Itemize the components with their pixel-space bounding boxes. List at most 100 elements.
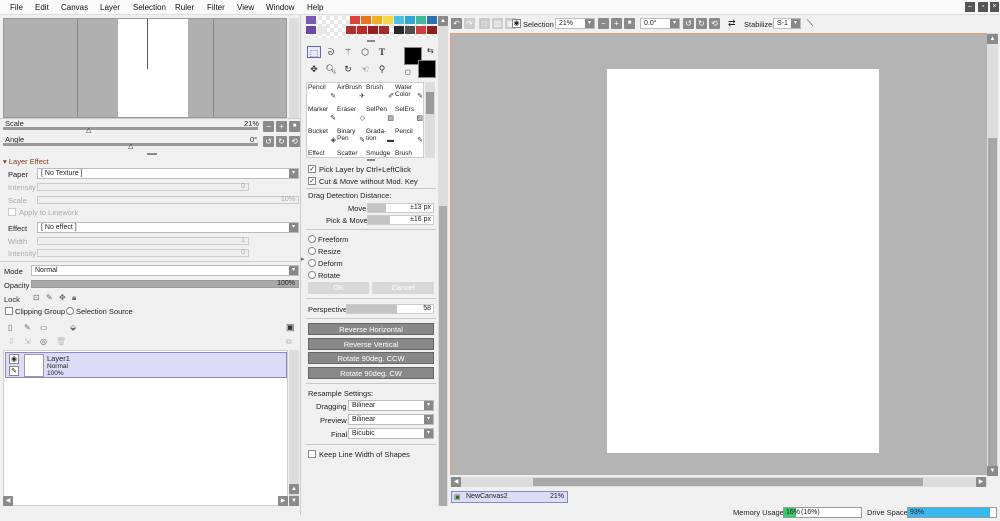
rotate-ccw-button[interactable]: ↺ xyxy=(263,136,274,147)
menu-view[interactable]: View xyxy=(237,3,254,12)
freeform-radio[interactable] xyxy=(308,235,316,243)
canvas-scroll-down-icon[interactable]: ▼ xyxy=(987,466,998,476)
reverse-horizontal-button[interactable]: Reverse Horizontal xyxy=(308,323,434,335)
brush-slot-selpen[interactable]: SelPen ▨ xyxy=(366,106,395,128)
zoom-dropdown[interactable]: 21% ▾ xyxy=(555,18,595,29)
color-palette[interactable] xyxy=(306,16,437,38)
transparent-color-icon[interactable]: ◻ xyxy=(405,68,411,76)
move-distance-slider[interactable]: ±13 px xyxy=(367,203,434,213)
close-icon[interactable]: × xyxy=(990,2,999,12)
swatch-dark-red[interactable] xyxy=(357,26,367,34)
tool-options-scroll-up-icon[interactable]: ▲ xyxy=(438,16,448,26)
visibility-eye-icon[interactable]: ◉ xyxy=(9,354,19,364)
canvas-rotate-reset-button[interactable]: ⟲ xyxy=(709,18,720,29)
pick-move-slider[interactable]: ±16 px xyxy=(367,215,434,225)
lock-move-icon[interactable]: ✥ xyxy=(59,293,66,302)
pick-layer-checkbox[interactable]: ✓ xyxy=(308,165,316,173)
lock-all-icon[interactable]: 🔒︎ xyxy=(72,293,76,303)
selection-visible-icon[interactable]: ◉ xyxy=(512,19,521,28)
reverse-vertical-button[interactable]: Reverse Vertical xyxy=(308,338,434,350)
splitter-arrow-icon[interactable]: ▸ xyxy=(301,255,305,263)
brush-slot-bucket[interactable]: Bucket ◈ xyxy=(308,128,337,150)
zoom-in-button[interactable]: + xyxy=(276,121,287,132)
cancel-button[interactable]: Cancel xyxy=(372,282,434,294)
layer-row[interactable]: ◉ ✎ Layer1 Normal 100% xyxy=(5,352,287,378)
brush-slot-brush-2[interactable]: Brush xyxy=(395,150,423,157)
intensity-slider[interactable]: 0 xyxy=(37,183,249,191)
menu-filter[interactable]: Filter xyxy=(207,3,225,12)
layer-scroll-up-icon[interactable]: ▲ xyxy=(289,484,299,494)
perspective-slider[interactable]: 58 xyxy=(346,304,434,314)
brush-slot-smudge[interactable]: Smudge xyxy=(366,150,395,157)
brush-slot-gradation[interactable]: Grada-tion ▬ xyxy=(366,128,395,150)
hand-tool-icon[interactable]: ☜ xyxy=(358,63,372,75)
invert-selection-button[interactable]: ▨ xyxy=(492,18,503,29)
swatch-dark-gray[interactable] xyxy=(405,26,415,34)
menu-canvas[interactable]: Canvas xyxy=(61,3,88,12)
brush-slot-airbrush[interactable]: AirBrush ✈ xyxy=(337,84,366,106)
delete-layer-icon[interactable]: 🗑︎ xyxy=(56,337,66,346)
layer-scroll-right-icon[interactable]: ▶ xyxy=(278,496,288,506)
navigator-preview[interactable] xyxy=(3,18,287,118)
canvas-zoom-out-button[interactable]: − xyxy=(598,18,609,29)
ok-button[interactable]: OK xyxy=(308,282,369,294)
brush-slot-eraser[interactable]: Eraser ◇ xyxy=(337,106,366,128)
rotate-tool-icon[interactable]: ↻ xyxy=(341,63,355,75)
rotate-reset-button[interactable]: ⟲ xyxy=(289,136,300,147)
swatch-yellow[interactable] xyxy=(372,16,382,24)
palette-grip[interactable] xyxy=(367,40,375,42)
menu-help[interactable]: Help xyxy=(307,3,323,12)
angle-dropdown[interactable]: 0.0° ▾ xyxy=(640,18,680,29)
fill-layer-icon[interactable]: ⬙ xyxy=(70,323,76,332)
swatch-black[interactable] xyxy=(394,26,404,34)
canvas-scroll-right-icon[interactable]: ▶ xyxy=(976,477,986,487)
new-folder-icon[interactable]: ▭ xyxy=(40,323,48,332)
swatch-crimson[interactable] xyxy=(346,26,356,34)
tool-options-scrollbar[interactable] xyxy=(438,16,448,506)
lasso-tool-icon[interactable]: ᘐ xyxy=(324,46,338,58)
menu-file[interactable]: File xyxy=(10,3,23,12)
panel-splitter[interactable] xyxy=(300,15,304,515)
swatch-red[interactable] xyxy=(350,16,360,24)
cut-move-checkbox[interactable]: ✓ xyxy=(308,177,316,185)
swatch-dark-purple[interactable] xyxy=(306,26,316,34)
navigator-scrollbar[interactable] xyxy=(289,18,299,118)
clear-layer-icon[interactable]: ◎ xyxy=(40,337,47,346)
zoom-tool-icon[interactable]: 🔍︎ xyxy=(324,63,338,75)
dragging-dropdown[interactable]: Bilinear ▾ xyxy=(348,400,434,411)
width-slider[interactable]: 1 xyxy=(37,237,249,245)
swatch-rose[interactable] xyxy=(416,26,426,34)
brush-slot-watercolor[interactable]: Water Color ✎ xyxy=(395,84,423,106)
canvas-rotate-ccw-button[interactable]: ↺ xyxy=(683,18,694,29)
stabilizer-dropdown[interactable]: S-1 ▾ xyxy=(773,18,801,29)
layer-effect-header[interactable]: ▾ Layer Effect xyxy=(3,157,49,166)
canvas-horizontal-scrollbar[interactable] xyxy=(450,477,987,487)
text-tool-icon[interactable]: T xyxy=(375,46,389,58)
eyedropper-tool-icon[interactable]: ⚲ xyxy=(375,63,389,75)
transfer-down-icon[interactable]: ⇩ xyxy=(8,337,15,346)
final-dropdown[interactable]: Bicubic ▾ xyxy=(348,428,434,439)
move-tool-icon[interactable]: ✥ xyxy=(307,63,321,75)
layer-scroll-left-icon[interactable]: ◀ xyxy=(3,496,13,506)
swatch-cyan[interactable] xyxy=(394,16,404,24)
angle-slider-handle-icon[interactable]: △ xyxy=(128,142,133,150)
menu-layer[interactable]: Layer xyxy=(100,3,120,12)
new-linework-layer-icon[interactable]: ✎ xyxy=(24,323,31,332)
lock-transparency-icon[interactable]: ⊡ xyxy=(33,293,40,302)
swatch-light[interactable] xyxy=(317,26,327,34)
selection-source-checkbox[interactable] xyxy=(66,307,74,315)
brush-grip[interactable] xyxy=(367,159,375,161)
menu-selection[interactable]: Selection xyxy=(133,3,166,12)
scale-slider[interactable] xyxy=(3,127,258,130)
redo-button[interactable]: ↷ xyxy=(464,18,475,29)
zoom-out-button[interactable]: − xyxy=(263,121,274,132)
pressure-curve-icon[interactable]: ⟍ xyxy=(807,18,813,29)
swatch-navy[interactable] xyxy=(427,16,437,24)
rotate-ccw-90-button[interactable]: Rotate 90deg. CCW xyxy=(308,352,434,364)
canvas-vertical-scrollbar[interactable] xyxy=(987,33,998,475)
rotate-cw-button[interactable]: ↻ xyxy=(276,136,287,147)
swatch-wine[interactable] xyxy=(427,26,437,34)
rotate-cw-90-button[interactable]: Rotate 90deg. CW xyxy=(308,367,434,379)
swap-colors-icon[interactable]: ⇆ xyxy=(427,46,434,55)
lock-paint-icon[interactable]: ✎ xyxy=(46,293,53,302)
